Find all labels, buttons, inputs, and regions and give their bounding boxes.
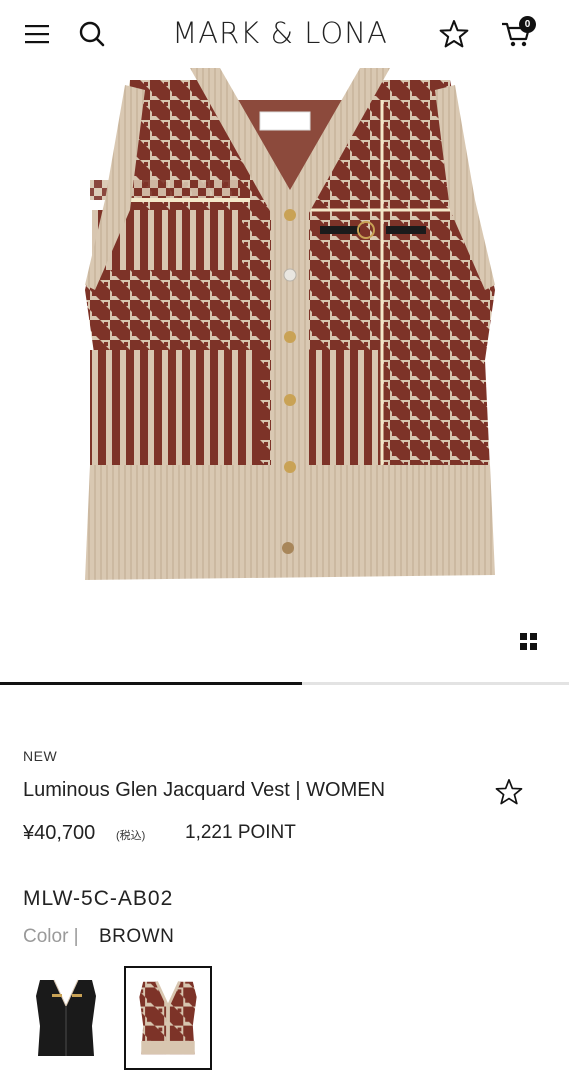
gallery-progress-bar (0, 682, 569, 685)
menu-button[interactable] (17, 14, 57, 54)
black-vest-thumbnail (36, 979, 96, 1056)
tax-note: (税込) (116, 830, 146, 842)
product-sku: MLW-5C-AB02 (23, 887, 174, 910)
color-value: BROWN (99, 926, 175, 947)
cart-button[interactable]: 0 (496, 14, 536, 54)
search-icon (79, 21, 105, 47)
gallery-progress-fill (0, 682, 302, 685)
add-to-favorites-button[interactable] (495, 778, 525, 808)
brown-vest-thumbnail (139, 981, 197, 1055)
product-price: ¥40,700 (23, 822, 96, 844)
color-label: Color | (23, 926, 79, 947)
knit-vest-image (85, 68, 495, 580)
cart-count-badge: 0 (519, 16, 536, 33)
product-title: Luminous Glen Jacquard Vest | WOMEN (23, 779, 386, 801)
top-header: MARK & LONA 0 (0, 0, 569, 68)
brand-logo[interactable]: MARK & LONA (150, 16, 410, 50)
star-icon (439, 20, 469, 48)
reward-points: 1,221 POINT (185, 822, 296, 843)
hamburger-menu-icon (25, 25, 49, 44)
star-icon (495, 779, 523, 805)
favorites-button[interactable] (434, 14, 474, 54)
color-swatch-black[interactable] (22, 966, 110, 1070)
color-swatch-brown[interactable] (124, 966, 212, 1070)
search-button[interactable] (72, 14, 112, 54)
new-badge: NEW (23, 748, 58, 764)
product-image-gallery[interactable] (0, 60, 569, 680)
grid-view-icon[interactable] (518, 631, 540, 653)
